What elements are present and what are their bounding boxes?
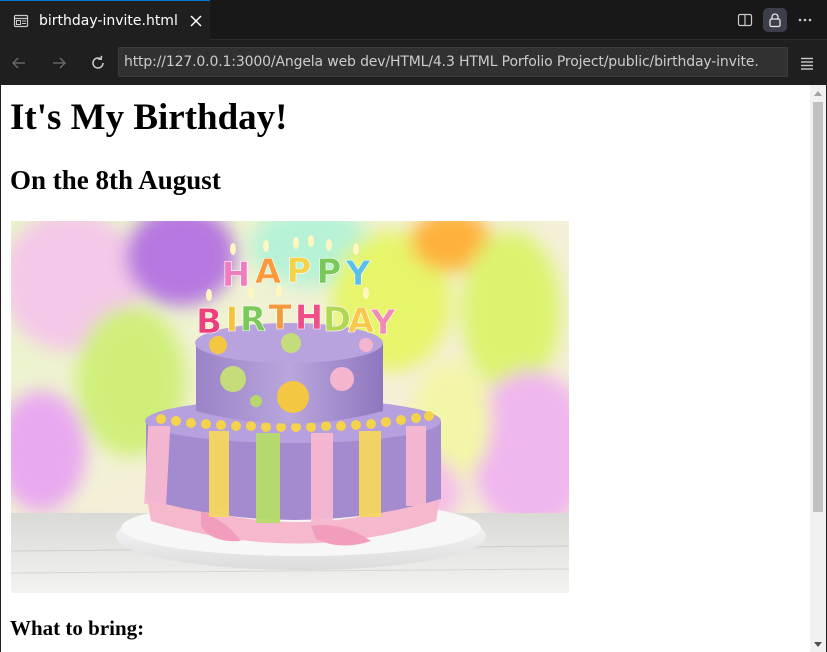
preview-icon xyxy=(13,13,29,29)
tab-birthday-invite[interactable]: birthday-invite.html xyxy=(0,0,210,40)
scrollbar-thumb[interactable] xyxy=(813,102,823,512)
svg-text:T: T xyxy=(268,298,292,338)
lock-icon[interactable] xyxy=(763,8,787,32)
svg-text:Y: Y xyxy=(370,303,396,343)
svg-text:I: I xyxy=(226,300,239,340)
web-page: It's My Birthday! On the 8th August H A … xyxy=(1,85,810,652)
more-actions-icon[interactable] xyxy=(793,8,817,32)
svg-text:P: P xyxy=(317,252,342,292)
svg-text:B: B xyxy=(196,302,222,342)
birthday-cake-image: H A P P Y B I R T H D A Y xyxy=(11,221,569,593)
tab-bar: birthday-invite.html xyxy=(0,0,827,40)
split-editor-icon[interactable] xyxy=(733,8,757,32)
address-bar: http://127.0.0.1:3000/Angela web dev/HTM… xyxy=(0,41,827,85)
hamburger-menu-icon[interactable] xyxy=(795,51,819,75)
close-icon[interactable] xyxy=(189,14,203,28)
svg-text:R: R xyxy=(240,300,266,340)
url-input[interactable]: http://127.0.0.1:3000/Angela web dev/HTM… xyxy=(118,47,788,77)
vertical-scrollbar[interactable] xyxy=(810,85,826,652)
page-title: It's My Birthday! xyxy=(10,97,288,138)
scroll-up-arrow-icon[interactable] xyxy=(810,87,826,101)
tab-title: birthday-invite.html xyxy=(39,12,178,29)
svg-text:H: H xyxy=(222,255,250,295)
svg-text:P: P xyxy=(287,251,312,291)
browser-viewport[interactable]: It's My Birthday! On the 8th August H A … xyxy=(1,85,826,652)
reload-icon[interactable] xyxy=(86,51,110,75)
scroll-down-arrow-icon[interactable] xyxy=(810,638,826,652)
section-heading: What to bring: xyxy=(10,616,145,640)
page-subtitle: On the 8th August xyxy=(10,165,221,195)
arrow-left-icon[interactable] xyxy=(7,51,31,75)
svg-text:H: H xyxy=(295,298,323,338)
editor-actions xyxy=(733,0,817,40)
arrow-right-icon[interactable] xyxy=(47,51,71,75)
